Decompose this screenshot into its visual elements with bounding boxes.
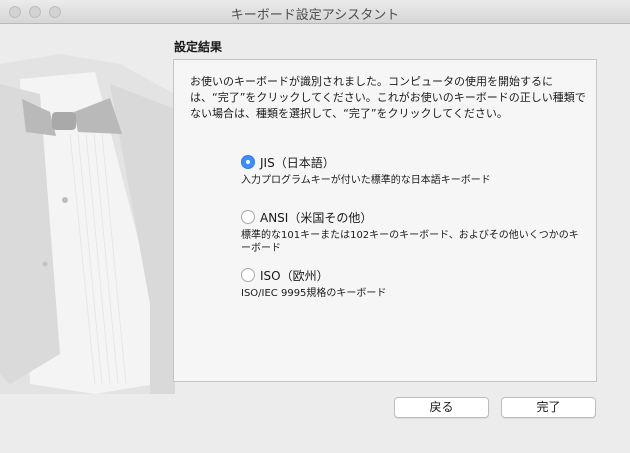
- option-ansi-label[interactable]: ANSI（米国その他）: [260, 209, 372, 226]
- option-iso-label[interactable]: ISO（欧州）: [260, 267, 329, 284]
- option-jis-description: 入力プログラムキーが付いた標準的な日本語キーボード: [241, 175, 491, 186]
- radio-iso[interactable]: [241, 268, 255, 282]
- title-bar: キーボード設定アシスタント: [0, 0, 630, 24]
- result-description: お使いのキーボードが識別されました。コンピュータの使用を開始するには、“完了”を…: [190, 75, 586, 120]
- option-jis[interactable]: JIS（日本語） 入力プログラムキーが付いた標準的な日本語キーボード: [241, 153, 581, 187]
- option-iso-description: ISO/IEC 9995規格のキーボード: [241, 288, 387, 299]
- result-panel: お使いのキーボードが識別されました。コンピュータの使用を開始するには、“完了”を…: [173, 59, 597, 382]
- tuxedo-illustration: [0, 54, 175, 394]
- done-button[interactable]: 完了: [501, 397, 596, 418]
- option-jis-label[interactable]: JIS（日本語）: [260, 154, 335, 171]
- option-iso[interactable]: ISO（欧州） ISO/IEC 9995規格のキーボード: [241, 266, 581, 300]
- radio-jis[interactable]: [241, 155, 255, 169]
- option-ansi[interactable]: ANSI（米国その他） 標準的な101キーまたは102キーのキーボード、およびそ…: [241, 208, 581, 255]
- section-title: 設定結果: [174, 40, 223, 54]
- option-ansi-description: 標準的な101キーまたは102キーのキーボード、およびその他いくつかのキーボード: [241, 230, 579, 254]
- window-title: キーボード設定アシスタント: [230, 8, 400, 23]
- back-button[interactable]: 戻る: [394, 397, 489, 418]
- radio-ansi[interactable]: [241, 210, 255, 224]
